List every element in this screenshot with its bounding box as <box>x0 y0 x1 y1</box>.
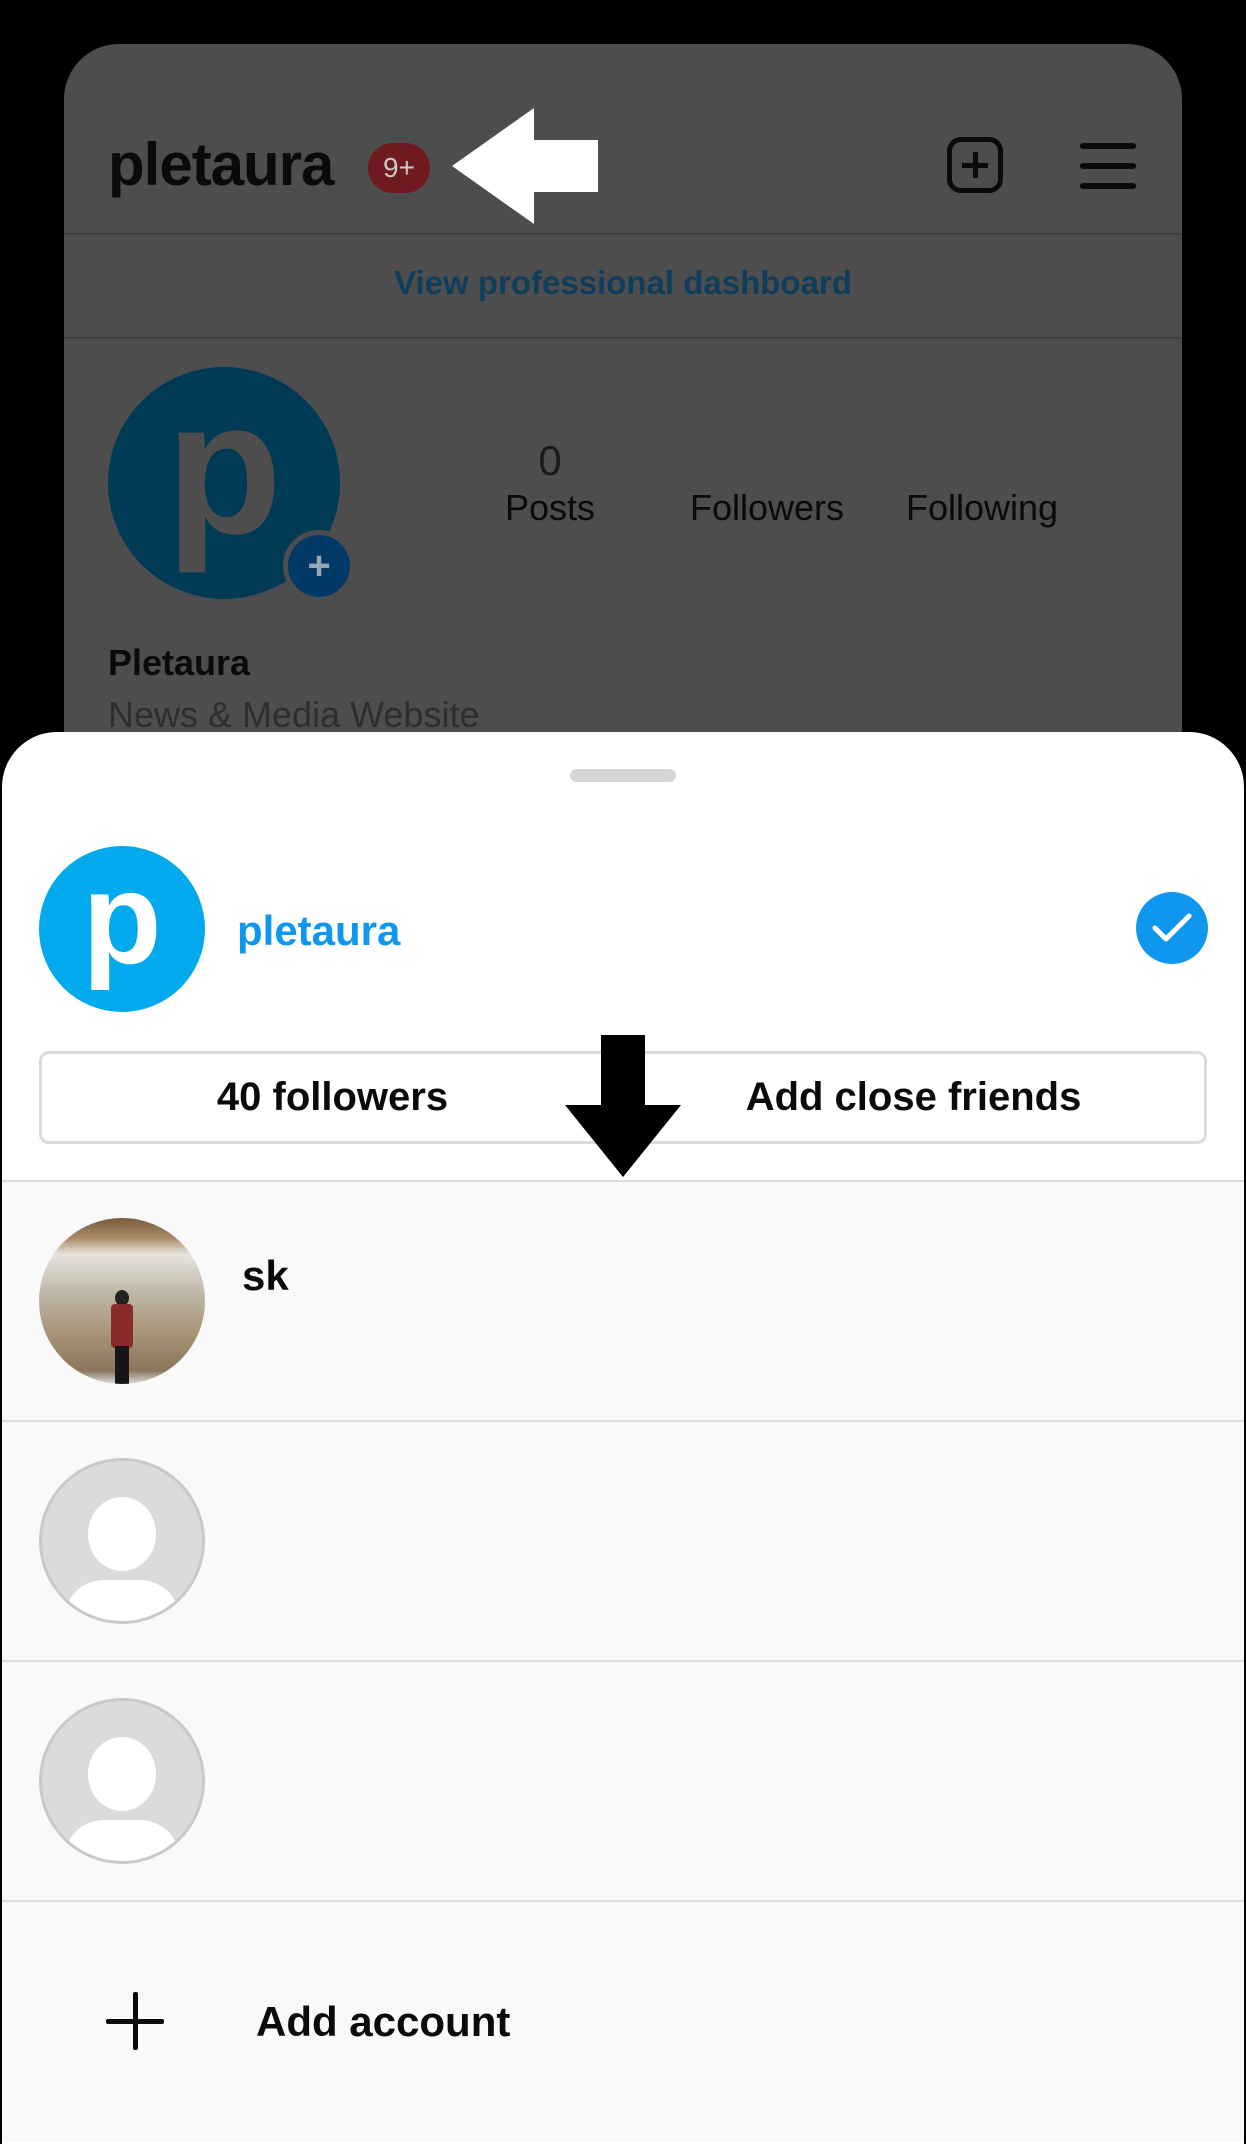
stat-posts[interactable]: 0 Posts <box>490 437 610 529</box>
account-row-sk[interactable]: sk <box>2 1180 1244 1420</box>
followers-count <box>672 437 862 487</box>
default-avatar-icon <box>39 1458 205 1624</box>
person-figure <box>111 1290 133 1384</box>
stat-following[interactable]: Following <box>885 437 1079 529</box>
account-switcher-sheet: p pletaura 40 followers Add close friend… <box>2 732 1244 2144</box>
add-story-plus-icon[interactable]: + <box>283 530 355 602</box>
dashboard-divider <box>64 337 1182 339</box>
default-avatar-icon <box>39 1698 205 1864</box>
profile-username-header[interactable]: pletaura <box>108 130 334 199</box>
current-account-avatar[interactable]: p <box>39 846 205 1012</box>
hamburger-menu-icon[interactable] <box>1080 143 1136 189</box>
following-label: Following <box>905 487 1059 528</box>
plus-icon <box>106 1992 164 2050</box>
stat-followers[interactable]: Followers <box>672 437 862 529</box>
avatar-letter: p <box>82 845 162 991</box>
account-row[interactable] <box>2 1660 1244 1900</box>
current-account-username[interactable]: pletaura <box>237 907 400 955</box>
posts-label: Posts <box>504 487 596 528</box>
followers-label: Followers <box>689 487 845 528</box>
view-professional-dashboard-link[interactable]: View professional dashboard <box>64 264 1182 302</box>
following-count <box>885 437 1079 487</box>
account-avatar-photo <box>39 1218 205 1384</box>
selected-check-icon <box>1136 892 1208 964</box>
account-username: sk <box>242 1252 289 1299</box>
profile-bio: News & Media Website <box>108 694 480 735</box>
posts-count: 0 <box>538 437 562 484</box>
account-row[interactable] <box>2 1420 1244 1660</box>
notification-badge: 9+ <box>368 143 430 193</box>
annotation-arrow-left-icon <box>452 108 598 224</box>
create-post-icon[interactable] <box>947 137 1003 193</box>
avatar-letter: p <box>165 362 283 574</box>
account-list: sk Add account <box>2 1180 1244 2142</box>
add-account-label: Add account <box>256 1998 511 2045</box>
profile-display-name: Pletaura <box>108 642 251 683</box>
followers-button[interactable]: 40 followers <box>42 1054 623 1141</box>
add-account-button[interactable]: Add account <box>2 1900 1244 2142</box>
header-divider <box>64 233 1182 235</box>
annotation-arrow-down-icon <box>565 1035 681 1177</box>
add-close-friends-button[interactable]: Add close friends <box>623 1054 1204 1141</box>
sheet-drag-handle[interactable] <box>570 769 676 782</box>
